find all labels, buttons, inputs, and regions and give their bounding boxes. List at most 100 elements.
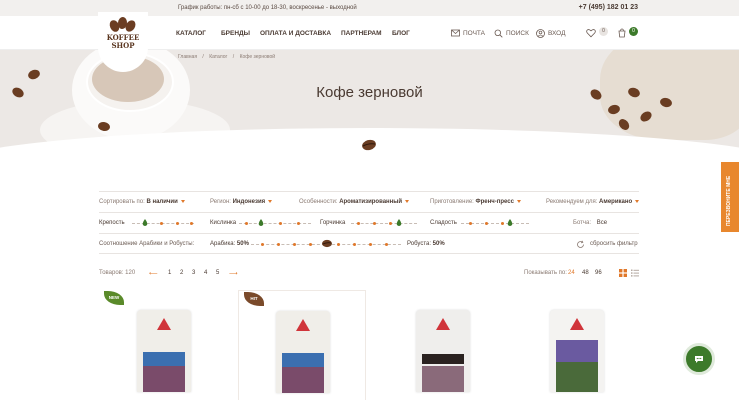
pack-photo <box>143 366 185 392</box>
breadcrumb-separator: / <box>232 54 235 60</box>
pack-photo <box>422 366 464 392</box>
search-icon <box>494 29 503 38</box>
filter-row-taste: Крепость Кислинка Горчинка Сладость Ботч… <box>99 212 639 233</box>
logo-text-line2: SHOP <box>111 41 135 50</box>
recommended-select[interactable]: Рекомендуем для: Американо <box>546 199 640 205</box>
callback-tab-label: ПЕРЕЗВОНИТЕ МНЕ <box>726 175 732 226</box>
chevron-down-icon <box>180 199 185 203</box>
grid-view-icon[interactable] <box>619 269 627 277</box>
page-link[interactable]: 5 <box>216 270 219 276</box>
chat-icon <box>695 356 703 363</box>
body-select[interactable]: Ботча: Все <box>573 220 607 226</box>
login-label: ВХОД <box>548 30 566 37</box>
acidity-slider[interactable] <box>239 219 311 226</box>
mail-icon <box>451 29 460 37</box>
pack-label <box>282 353 324 367</box>
main-header: KOFFEE SHOP КАТАЛОГ БРЕНДЫ ОПЛАТА И ДОСТ… <box>0 12 739 72</box>
pack-label <box>143 352 185 366</box>
coffee-bean-handle-icon[interactable] <box>321 239 333 248</box>
product-image[interactable] <box>276 311 330 393</box>
pack-label <box>422 354 464 364</box>
results-toolbar: Товаров: 120 ⟵ 1 2 3 4 5 ⟶ Показывать по… <box>99 266 639 280</box>
chevron-down-icon <box>268 199 273 203</box>
pack-photo <box>556 362 598 392</box>
per-page-option[interactable]: 96 <box>595 270 602 276</box>
nav-item-catalog[interactable]: КАТАЛОГ <box>176 30 206 37</box>
cart-count-badge: 0 <box>629 27 638 36</box>
strength-label: Крепость <box>99 220 125 226</box>
region-select[interactable]: Регион: Индонезия <box>210 199 273 205</box>
heart-icon[interactable] <box>586 28 596 38</box>
prev-page-arrow[interactable]: ⟵ <box>149 270 158 277</box>
bean-decor <box>26 68 42 81</box>
per-page-label: Показывать по: <box>524 270 567 276</box>
nav-item-brands[interactable]: БРЕНДЫ <box>221 30 250 37</box>
page-link[interactable]: 2 <box>180 270 183 276</box>
product-image[interactable] <box>416 310 470 392</box>
page-link[interactable]: 1 <box>168 270 171 276</box>
new-badge: NEW <box>104 291 124 305</box>
sort-select[interactable]: Сортировать по: В наличии <box>99 199 185 205</box>
sweetness-label: Сладость <box>430 220 457 226</box>
nav-item-blog[interactable]: БЛОГ <box>392 30 410 37</box>
callback-tab[interactable]: ПЕРЕЗВОНИТЕ МНЕ <box>721 162 739 232</box>
chat-button[interactable] <box>683 343 715 375</box>
slider-handle-icon[interactable] <box>142 219 148 227</box>
breadcrumb-home[interactable]: Главная <box>178 54 197 60</box>
chevron-down-icon <box>405 199 410 203</box>
cart-icon[interactable] <box>617 28 627 38</box>
next-page-arrow[interactable]: ⟶ <box>229 270 238 277</box>
bitterness-label: Горчинка <box>320 220 346 226</box>
mail-label: ПОЧТА <box>463 30 486 37</box>
coffee-bean-icon <box>362 139 376 151</box>
bitterness-slider[interactable] <box>351 219 417 226</box>
arabica-value: Арабика: 50% <box>210 241 249 247</box>
page-link[interactable]: 3 <box>192 270 195 276</box>
slider-handle-icon[interactable] <box>396 219 402 227</box>
breadcrumb-separator: / <box>202 54 204 60</box>
hit-badge: HIT <box>244 292 264 306</box>
favorites-count-badge: 0 <box>599 27 608 36</box>
pack-photo <box>282 367 324 393</box>
page-title: Кофе зерновой <box>316 84 423 101</box>
ratio-label: Соотношение Арабики и Робусты: <box>99 241 195 247</box>
robusta-value: Робуста: 50% <box>407 241 445 247</box>
logo[interactable]: KOFFEE SHOP <box>98 12 148 72</box>
product-card[interactable]: HIT <box>238 290 366 400</box>
filter-row-ratio: Соотношение Арабики и Робусты: Арабика: … <box>99 233 639 254</box>
page-link[interactable]: 4 <box>204 270 207 276</box>
pack-label <box>556 340 598 362</box>
strength-slider[interactable] <box>132 219 194 226</box>
products-count: Товаров: 120 <box>99 270 136 276</box>
coffee-beans-icon <box>107 16 138 34</box>
preparation-select[interactable]: Приготовление: Френч-пресс <box>430 199 521 205</box>
breadcrumb-catalog[interactable]: Каталог <box>209 54 227 60</box>
per-page-option[interactable]: 24 <box>568 270 575 276</box>
slider-handle-icon[interactable] <box>258 219 264 227</box>
product-card[interactable] <box>384 290 512 400</box>
features-select[interactable]: Особенности: Ароматизированный <box>299 199 410 205</box>
product-image[interactable] <box>137 310 191 392</box>
chevron-down-icon <box>635 199 640 203</box>
slider-handle-icon[interactable] <box>507 219 513 227</box>
breadcrumb: Главная / Каталог / Кофе зерновой <box>178 54 279 60</box>
phone-number[interactable]: +7 (495) 182 01 23 <box>579 4 638 11</box>
work-hours: График работы: пн-сб с 10-00 до 18-30, в… <box>178 5 357 11</box>
ratio-slider[interactable] <box>251 239 401 248</box>
user-icon <box>536 29 545 38</box>
product-card[interactable]: NEW <box>99 290 227 400</box>
breadcrumb-current: Кофе зерновой <box>239 54 276 60</box>
nav-item-partners[interactable]: ПАРТНЕРАМ <box>341 30 382 37</box>
nav-item-payment-delivery[interactable]: ОПЛАТА И ДОСТАВКА <box>260 30 331 37</box>
refresh-icon <box>577 240 584 248</box>
product-card[interactable] <box>515 290 643 400</box>
filter-row-selects: Сортировать по: В наличии Регион: Индоне… <box>99 191 640 212</box>
product-image[interactable] <box>550 310 604 392</box>
product-grid: NEW HIT <box>99 290 639 400</box>
sweetness-slider[interactable] <box>461 219 529 226</box>
chevron-down-icon <box>516 199 521 203</box>
per-page-option[interactable]: 48 <box>582 270 589 276</box>
list-view-icon[interactable] <box>631 269 639 277</box>
acidity-label: Кислинка <box>210 220 237 226</box>
search-label: ПОИСК <box>506 30 529 37</box>
